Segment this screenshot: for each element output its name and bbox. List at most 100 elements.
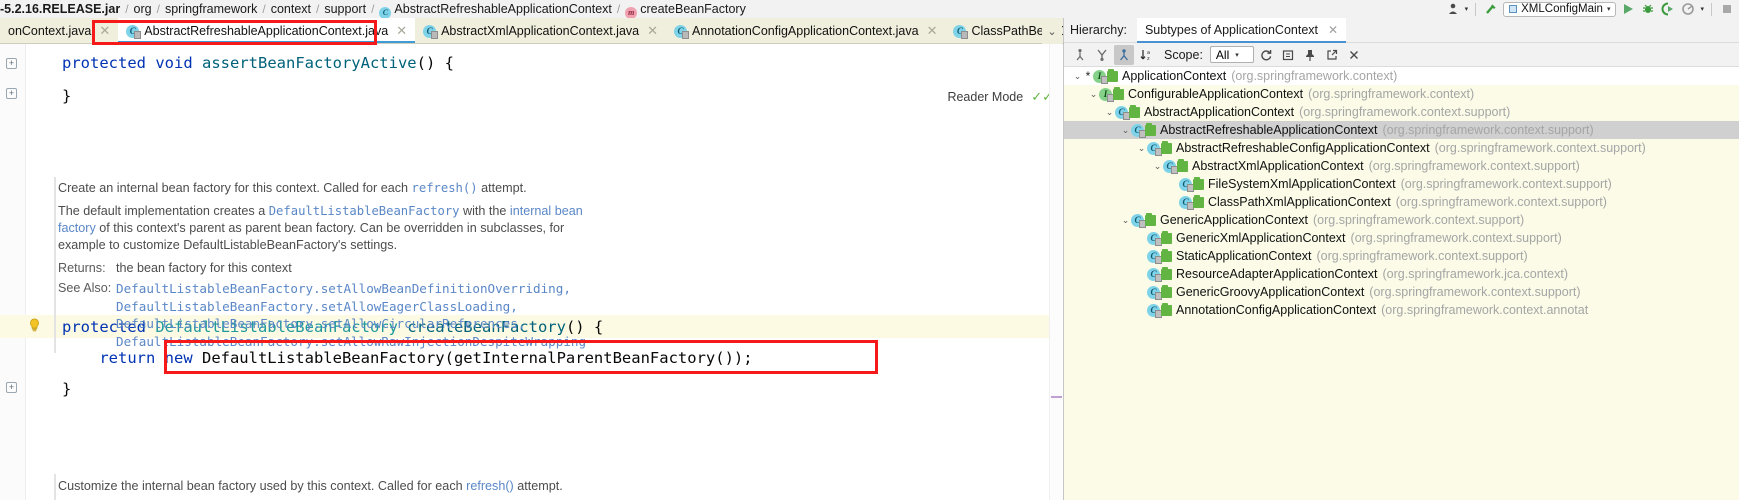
chevron-down-icon[interactable]: ⌄ (1104, 107, 1115, 118)
refresh-icon[interactable] (1256, 45, 1276, 65)
hierarchy-node-name: GenericGroovyApplicationContext (1176, 285, 1365, 299)
javadoc-block: Create an internal bean factory for this… (58, 180, 678, 350)
subtypes-hierarchy-icon[interactable] (1092, 45, 1112, 65)
open-in-new-window-icon[interactable] (1322, 45, 1342, 65)
hierarchy-node-package: (org.springframework.context) (1231, 69, 1398, 83)
breadcrumb-item[interactable]: C AbstractRefreshableApplicationContext (375, 2, 615, 18)
editor-gutter[interactable] (0, 44, 26, 500)
chevron-down-icon[interactable]: ⌄ (1072, 71, 1083, 82)
breadcrumb-item[interactable]: support (320, 2, 370, 16)
chevron-down-icon[interactable]: ⌄ (1120, 215, 1131, 226)
breadcrumb-item[interactable]: org (130, 2, 156, 16)
fold-marker-4[interactable] (6, 382, 17, 393)
javadoc-p2-c: of this context's parent as parent bean … (58, 221, 565, 252)
pin-icon[interactable] (1300, 45, 1320, 65)
profile-icon[interactable] (1680, 1, 1696, 17)
build-hammer-icon[interactable] (1483, 1, 1499, 17)
reader-mode-indicator[interactable]: Reader Mode ✓✓ (947, 89, 1053, 105)
hierarchy-tree-row[interactable]: C ResourceAdapterApplicationContext (org.s… (1064, 265, 1739, 283)
close-icon[interactable]: ✕ (647, 23, 658, 39)
hierarchy-tree-row[interactable]: ⌄ C AbstractApplicationContext (org.springf… (1064, 103, 1739, 121)
breadcrumb-item[interactable]: springframework (161, 2, 261, 16)
profiler-caret-icon[interactable]: ▾ (1465, 5, 1469, 13)
scope-select[interactable]: All ▾ (1209, 46, 1254, 63)
scope-label: Scope: (1164, 47, 1203, 62)
hierarchy-tree-row[interactable]: ⌄ C AbstractRefreshableConfigApplicationCo… (1064, 139, 1739, 157)
fold-marker-2[interactable] (6, 88, 17, 99)
hierarchy-tree-row[interactable]: C ClassPathXmlApplicationContext (org.spri… (1064, 193, 1739, 211)
hierarchy-tree-row[interactable]: ⌄ C GenericApplicationContext (org.springfr… (1064, 211, 1739, 229)
ide-window: -5.2.16.RELEASE.jar / org / springframework /… (0, 0, 1739, 500)
see-also-link[interactable]: DefaultListableBeanFactory.setAllowBeanD… (116, 280, 678, 298)
javadoc2-code[interactable]: refresh() (466, 479, 514, 493)
close-icon[interactable]: ✕ (396, 23, 407, 39)
tabs-overflow-button[interactable]: ⌄ (1042, 18, 1062, 44)
javadoc-p1-code[interactable]: refresh() (412, 181, 478, 195)
class-icon: C (674, 24, 690, 39)
hierarchy-tree-row[interactable]: C GenericXmlApplicationContext (org.spring… (1064, 229, 1739, 247)
stop-icon[interactable] (1719, 1, 1735, 17)
editor-tab[interactable]: C AbstractXmlApplicationContext.java ✕ (415, 18, 666, 43)
hierarchy-tree-row[interactable]: C StaticApplicationContext (org.springfram… (1064, 247, 1739, 265)
editor-tab[interactable]: C AbstractRefreshableApplicationContext.j… (118, 18, 416, 43)
hierarchy-tree[interactable]: ⌄ * I ApplicationContext (org.springframewor… (1064, 67, 1739, 500)
breadcrumb-item-label: springframework (164, 2, 258, 16)
close-icon[interactable]: ✕ (927, 23, 938, 39)
chevron-down-icon[interactable]: ⌄ (1136, 143, 1147, 154)
run-configuration-selector[interactable]: XMLConfigMain ▾ (1503, 1, 1617, 17)
see-also-link[interactable]: DefaultListableBeanFactory.setAllowCircu… (116, 315, 678, 333)
see-also-label: See Also: (58, 281, 112, 295)
code-token: protected (62, 54, 156, 72)
editor-marker-strip[interactable] (1049, 44, 1063, 500)
code-line[interactable]: } (62, 380, 71, 398)
hierarchy-tree-row[interactable]: ⌄ I ConfigurableApplicationContext (org.spr… (1064, 85, 1739, 103)
breadcrumb-item[interactable]: context (267, 2, 315, 16)
marker-stripe[interactable] (1051, 396, 1062, 398)
chevron-down-icon[interactable]: ⌄ (1088, 89, 1099, 100)
code-line[interactable]: return new DefaultListableBeanFactory(ge… (62, 349, 752, 367)
hierarchy-tree-row[interactable]: C GenericGroovyApplicationContext (org.spr… (1064, 283, 1739, 301)
profile-caret-icon[interactable]: ▾ (1700, 5, 1704, 13)
hierarchy-tree-row[interactable]: ⌄ C AbstractRefreshableApplicationContext (… (1064, 121, 1739, 139)
chevron-down-icon[interactable]: ▾ (1235, 51, 1239, 59)
see-also-link[interactable]: DefaultListableBeanFactory.setAllowRawIn… (116, 333, 678, 351)
breadcrumb-item-label: support (324, 2, 367, 16)
editor-tab-label: AnnotationConfigApplicationContext.java (692, 24, 919, 38)
sort-alphabetically-icon[interactable]: az (1136, 45, 1156, 65)
hierarchy-node-package: (org.springframework.context.support) (1434, 141, 1646, 155)
fold-marker-1[interactable] (6, 58, 17, 69)
hierarchy-tree-row[interactable]: ⌄ C AbstractXmlApplicationContext (org.spri… (1064, 157, 1739, 175)
javadoc-p2-a: The default implementation creates a (58, 204, 269, 218)
hierarchy-tree-row[interactable]: ⌄ * I ApplicationContext (org.springframewor… (1064, 67, 1739, 85)
close-icon[interactable]: ✕ (1328, 23, 1338, 37)
javadoc-p2-link1[interactable]: DefaultListableBeanFactory (269, 204, 460, 218)
code-line[interactable]: } (62, 87, 71, 105)
close-icon[interactable]: ✕ (99, 23, 110, 39)
see-also-link[interactable]: DefaultListableBeanFactory.setAllowEager… (116, 298, 678, 316)
javadoc2-left-rule (54, 474, 56, 500)
class-icon: C (126, 24, 142, 39)
close-icon[interactable] (1344, 45, 1364, 65)
hierarchy-tree-row[interactable]: C FileSystemXmlApplicationContext (org.spr… (1064, 175, 1739, 193)
chevron-down-icon[interactable]: ⌄ (1120, 125, 1131, 136)
breadcrumb-item[interactable]: -5.2.16.RELEASE.jar (0, 2, 124, 16)
hierarchy-tab-subtypes[interactable]: Subtypes of ApplicationContext ✕ (1136, 17, 1347, 43)
run-with-coverage-icon[interactable] (1660, 1, 1676, 17)
scope-value: All (1215, 47, 1230, 62)
run-icon[interactable] (1620, 1, 1636, 17)
chevron-down-icon[interactable]: ⌄ (1152, 161, 1163, 172)
debug-icon[interactable] (1640, 1, 1656, 17)
code-editor[interactable]: protected void assertBeanFactoryActive()… (0, 44, 1063, 500)
breadcrumb-item[interactable]: m createBeanFactory (621, 2, 750, 18)
supertypes-hierarchy-icon[interactable] (1070, 45, 1090, 65)
editor-tab[interactable]: onContext.java ✕ (0, 18, 118, 43)
hierarchy-tree-row[interactable]: C AnnotationConfigApplicationContext (org.… (1064, 301, 1739, 319)
class-hierarchy-icon[interactable] (1114, 44, 1134, 65)
chevron-down-icon[interactable]: ▾ (1607, 5, 1611, 13)
editor-tab[interactable]: C AnnotationConfigApplicationContext.java… (666, 18, 945, 43)
class-icon: C (1163, 159, 1178, 174)
code-line[interactable]: protected void assertBeanFactoryActive()… (62, 54, 454, 72)
export-icon[interactable] (1278, 45, 1298, 65)
profiler-icon[interactable] (1445, 1, 1461, 17)
